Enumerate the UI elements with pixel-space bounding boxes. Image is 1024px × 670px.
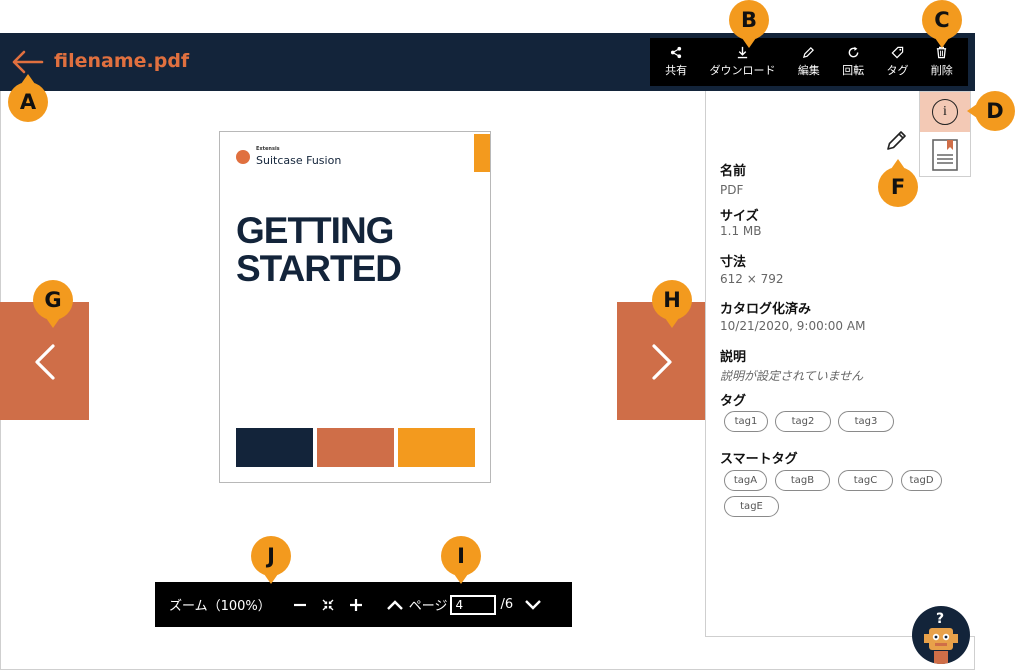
tag-chip[interactable]: tag2 — [775, 411, 831, 432]
cataloged-label: カタログ化済み — [720, 302, 812, 317]
callout-badge-f: F — [878, 159, 918, 207]
chevron-down-icon — [525, 599, 542, 610]
doc-brand-small: Extensis — [256, 146, 280, 152]
callout-badge-g: G — [33, 280, 73, 328]
callout-badge-i: I — [441, 536, 481, 584]
size-value: 1.1 MB — [720, 224, 762, 238]
fit-icon — [322, 599, 334, 610]
page-total: /6 — [500, 597, 514, 612]
smart-tag-chip[interactable]: tagE — [724, 496, 779, 517]
notes-tab[interactable] — [920, 134, 970, 176]
zoom-in-button[interactable] — [345, 598, 367, 612]
smart-tag-chip[interactable]: tagA — [724, 470, 767, 491]
swatch-orange — [398, 428, 475, 467]
callout-badge-c: C — [922, 0, 962, 48]
rotate-icon — [848, 46, 859, 58]
cataloged-value: 10/21/2020, 9:00:00 AM — [720, 319, 866, 333]
tag-button[interactable]: タグ — [886, 46, 908, 78]
rotate-button[interactable]: 回転 — [842, 46, 864, 78]
callout-badge-h: H — [652, 280, 692, 328]
document-page-preview: Extensis Suitcase Fusion GETTING STARTED — [219, 131, 491, 483]
description-label: 説明 — [720, 350, 747, 365]
smart-tag-chip[interactable]: tagD — [901, 470, 942, 491]
plus-icon — [349, 598, 362, 611]
swatch-navy — [236, 428, 313, 467]
info-icon: i — [932, 99, 958, 125]
doc-title-line2: STARTED — [236, 248, 402, 289]
name-label: 名前 — [720, 164, 747, 179]
callout-badge-d: D — [967, 91, 1015, 131]
delete-button[interactable]: 削除 — [931, 46, 953, 78]
back-arrow-icon[interactable] — [10, 48, 44, 76]
page-label: ページ — [408, 599, 448, 614]
page-number-input[interactable] — [449, 594, 496, 615]
help-assistant-button[interactable]: ? — [912, 606, 970, 664]
previous-page-button[interactable] — [0, 302, 89, 420]
callout-badge-j: J — [251, 536, 291, 584]
page-up-button[interactable] — [383, 599, 407, 610]
edit-button[interactable]: 編集 — [798, 46, 820, 78]
zoom-out-button[interactable] — [289, 598, 311, 612]
download-label: ダウンロード — [709, 64, 776, 77]
swatch-terracotta — [317, 428, 394, 467]
pencil-icon[interactable] — [885, 128, 909, 152]
zoom-toolbar: ズーム（100%） ページ /6 — [155, 582, 572, 627]
edit-icon — [803, 47, 815, 59]
dimensions-label: 寸法 — [720, 255, 747, 270]
smart-tag-chip[interactable]: tagC — [838, 470, 893, 491]
minus-icon — [293, 603, 306, 606]
tags-label: タグ — [720, 394, 747, 409]
size-label: サイズ — [720, 209, 759, 224]
doc-brand: Suitcase Fusion — [256, 154, 342, 167]
doc-title: GETTING STARTED — [236, 210, 402, 289]
rotate-label: 回転 — [842, 64, 865, 77]
brand-logo-icon — [236, 150, 250, 164]
share-icon — [670, 46, 681, 59]
tag-icon — [891, 46, 904, 59]
share-label: 共有 — [665, 64, 688, 77]
chevron-up-icon — [386, 599, 403, 610]
next-page-button[interactable] — [617, 302, 706, 420]
tag-chip[interactable]: tag3 — [838, 411, 894, 432]
zoom-label: ズーム（100%） — [169, 599, 271, 614]
callout-badge-a: A — [8, 74, 48, 122]
tag-chip[interactable]: tag1 — [724, 411, 768, 432]
chevron-right-icon — [652, 344, 672, 380]
page-down-button[interactable] — [521, 599, 545, 610]
dimensions-value: 612 × 792 — [720, 272, 784, 286]
action-toolbar: 共有 ダウンロード 編集 回転 タグ 削除 — [650, 38, 968, 86]
doc-accent-tab — [474, 134, 490, 172]
help-icon: ? — [924, 611, 958, 664]
notes-icon — [932, 139, 958, 171]
svg-text:?: ? — [936, 611, 944, 627]
callout-badge-b: B — [729, 0, 769, 48]
edit-label: 編集 — [797, 64, 820, 77]
share-button[interactable]: 共有 — [665, 46, 687, 78]
description-value: 説明が設定されていません — [720, 369, 864, 383]
filename-title: filename.pdf — [54, 50, 190, 72]
name-value: PDF — [720, 183, 744, 197]
chevron-left-icon — [35, 344, 55, 380]
smart-tag-chip[interactable]: tagB — [775, 470, 830, 491]
tag-label: タグ — [886, 64, 909, 77]
doc-title-line1: GETTING — [236, 210, 394, 251]
panel-tab-strip: i — [919, 91, 971, 177]
info-tab[interactable]: i — [920, 92, 970, 132]
delete-label: 削除 — [930, 64, 953, 77]
download-button[interactable]: ダウンロード — [709, 46, 775, 78]
smart-tags-label: スマートタグ — [720, 452, 798, 467]
fit-page-button[interactable] — [311, 599, 345, 611]
